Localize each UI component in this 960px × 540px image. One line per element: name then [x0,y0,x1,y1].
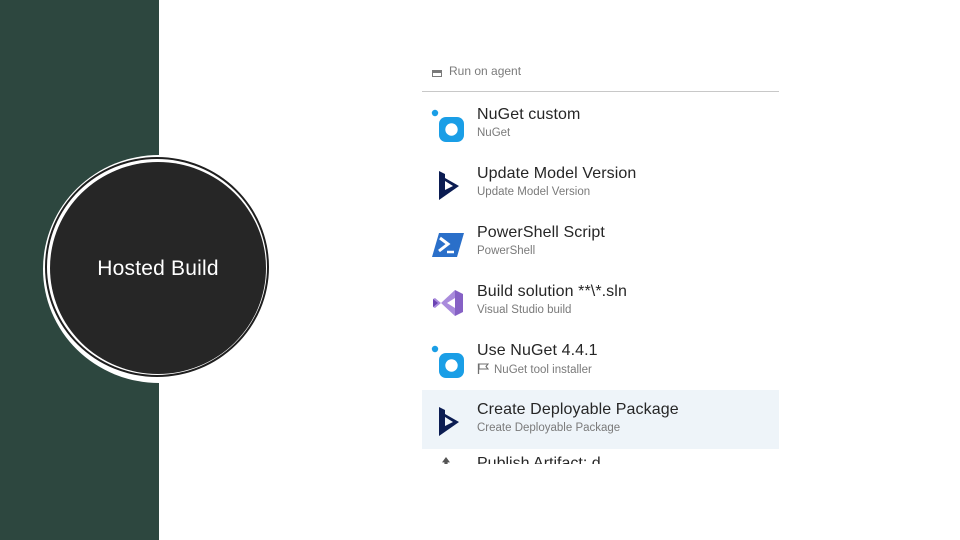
build-tasks-screenshot: Run on agent NuGet custom NuGet Update M… [422,66,779,464]
dynamics-icon [431,404,465,438]
task-title: NuGet custom [477,106,581,123]
task-use-nuget[interactable]: Use NuGet 4.4.1 NuGet tool installer [422,331,779,390]
task-build-solution[interactable]: Build solution **\*.sln Visual Studio bu… [422,272,779,331]
task-create-deployable-package[interactable]: Create Deployable Package Create Deploya… [422,390,779,449]
slide-title: Hosted Build [97,257,219,280]
task-subtitle: Create Deployable Package [477,422,621,434]
agent-icon [432,70,442,77]
task-subtitle: NuGet [477,127,511,139]
task-powershell-script[interactable]: PowerShell Script PowerShell [422,213,779,272]
nuget-icon [431,345,465,379]
task-update-model-version[interactable]: Update Model Version Update Model Versio… [422,154,779,213]
flag-icon [477,363,490,374]
visual-studio-icon [431,286,465,320]
panel-top-row: Run on agent [422,66,779,92]
run-on-agent-label: Run on agent [449,66,522,78]
task-subtitle: NuGet tool installer [477,363,592,376]
task-subtitle: Visual Studio build [477,304,572,316]
next-task-cut-off: Publish Artifact: d [422,453,779,464]
dynamics-icon [431,168,465,202]
task-title: PowerShell Script [477,224,605,241]
task-subtitle: Update Model Version [477,186,591,198]
powershell-icon [431,227,465,261]
task-title: Create Deployable Package [477,401,679,418]
task-nuget-custom[interactable]: NuGet custom NuGet [422,95,779,154]
slide: Hosted Build Run on agent NuGet custom N… [0,0,960,540]
title-circle: Hosted Build [50,162,266,374]
task-title: Publish Artifact: d [477,455,601,464]
upload-icon [442,457,450,464]
task-title: Update Model Version [477,165,637,182]
task-title: Build solution **\*.sln [477,283,627,300]
task-subtitle-text: NuGet tool installer [494,364,592,376]
task-subtitle: PowerShell [477,245,536,257]
nuget-icon [431,109,465,143]
task-title: Use NuGet 4.4.1 [477,342,598,359]
